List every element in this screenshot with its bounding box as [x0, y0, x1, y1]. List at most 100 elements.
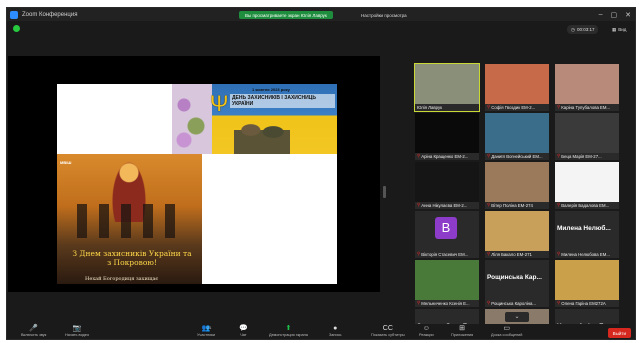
toolbar-label: Реакции	[419, 333, 434, 337]
poster-date: 1 жовтня 2023 року	[252, 87, 290, 92]
participant-name-label: ⚲ Валерія Бадалова ЕМ...	[557, 202, 618, 208]
participant-tile[interactable]: ⚲ Валерія Бадалова ЕМ...	[555, 162, 619, 209]
unmute-button[interactable]: 🎤 Включить звук	[21, 325, 46, 337]
start-video-button[interactable]: 📷 Начать видео	[65, 325, 89, 337]
participant-video	[555, 162, 619, 202]
video-off-icon: 📷	[72, 325, 82, 332]
participant-name-label: ⚲ Анна Нікулаєва ЕМ-2...	[417, 202, 478, 208]
captions-icon: CC	[382, 325, 393, 332]
muted-mic-icon: ⚲	[487, 202, 491, 207]
participant-name: Аріна Кращенко ЕМ-2...	[421, 153, 469, 159]
participant-tile[interactable]: Милена Нелюб... ⚲ Милена Нелюбова ЕМ...	[555, 211, 619, 258]
participant-tile[interactable]: ⚲ Каріна Тупубалова ЕМ...	[555, 64, 619, 111]
whiteboard-icon: ▭	[503, 325, 511, 332]
participant-name-display: Милена Нелюб...	[557, 225, 611, 232]
participant-tile[interactable]: ⚲ Даниїл Вогнейський ЕМ...	[485, 113, 549, 160]
participant-name-label: ⚲ Вікторія Стасевич ЕМ...	[417, 251, 478, 257]
record-icon: ●	[333, 325, 338, 332]
participant-name-label: ⚲ Каріна Тупубалова ЕМ...	[557, 104, 618, 110]
participant-tile[interactable]: Рощинська Кар... ⚲ Рощинська Кароліна...	[485, 260, 549, 307]
participant-video	[555, 64, 619, 104]
participant-tile[interactable]: ⚲ Аріна Кращенко ЕМ-2...	[415, 113, 479, 160]
participant-name: Анна Нікулаєва ЕМ-2...	[421, 202, 468, 208]
participant-name: Даниїл Вогнейський ЕМ...	[491, 153, 543, 159]
apps-icon: ⊞	[459, 325, 466, 332]
participant-tile[interactable]: ⚲ Беца Марія ЕМ-27...	[555, 113, 619, 160]
shared-screen: Ψ 1 жовтня 2023 року ДЕНЬ ЗАХИСНИКІВ І З…	[8, 56, 380, 292]
participant-name-label: ⚲ Вітер Поліна ЕМ-274	[487, 202, 548, 208]
toolbar-label: Участники	[197, 333, 216, 337]
participant-name: Каріна Тупубалова ЕМ...	[561, 104, 611, 110]
toolbar-label: Чат	[240, 333, 247, 337]
participant-tile[interactable]: ⚲ Анна Нікулаєва ЕМ-2...	[415, 162, 479, 209]
participant-tile[interactable]: ⚲ Ліля Бакало ЕМ-271	[485, 211, 549, 258]
view-button[interactable]: ▦ Вид	[612, 25, 626, 34]
close-icon[interactable]: ✕	[625, 11, 631, 19]
participant-video	[485, 64, 549, 104]
participant-tile[interactable]: ⚲ Олена Гаріна ЕМ272А	[555, 260, 619, 307]
chat-button[interactable]: 💬 Чат	[239, 325, 248, 337]
window-title: Zoom Конференция	[22, 11, 78, 18]
participants-button[interactable]: 👥 21 Участники	[197, 325, 215, 337]
whiteboard-button[interactable]: ▭ Доска сообщений	[491, 325, 522, 337]
participant-tile[interactable]: Юлія Лаврук	[414, 63, 480, 112]
minimize-icon[interactable]: –	[599, 11, 603, 18]
participant-name-label: ⚲ Милена Нелюбова ЕМ...	[557, 251, 618, 257]
poster-greeting: З Днем захисників України та з Покровою!	[72, 249, 192, 267]
participant-name: Рощинська Кароліна...	[491, 300, 537, 306]
mic-off-icon: 🎤	[29, 325, 39, 332]
participant-tile[interactable]: ⚲ Софія Гвоздик ЕМ-2...	[485, 64, 549, 111]
apps-button[interactable]: ⊞ Приложения	[451, 325, 473, 337]
window-controls: – ▢ ✕	[599, 8, 631, 21]
trident-icon: Ψ	[210, 91, 229, 116]
participant-name: Вікторія Стасевич ЕМ...	[421, 251, 469, 257]
toolbar-label: Запись	[329, 333, 342, 337]
zoom-app-icon	[10, 10, 18, 19]
share-screen-button[interactable]: ⬆ Демонстрация экрана	[269, 325, 308, 337]
share-screen-icon: ⬆	[285, 325, 292, 332]
gallery-next-page-button[interactable]: ⌄	[505, 312, 529, 322]
muted-mic-icon: ⚲	[557, 300, 561, 305]
poster-logo: МВІШ	[60, 160, 72, 165]
participant-name: Олена Гаріна ЕМ272А	[561, 300, 606, 306]
zoom-window: Zoom Конференция Вы просматриваете экран…	[6, 7, 636, 340]
grid-icon: ▦	[612, 26, 617, 32]
participant-name-label: ⚲ Даниїл Вогнейський ЕМ...	[487, 153, 548, 159]
poster-heading: ДЕНЬ ЗАХИСНИКІВ І ЗАХИСНИЦЬ УКРАЇНИ	[230, 94, 335, 108]
share-divider-handle[interactable]	[383, 186, 386, 198]
muted-mic-icon: ⚲	[557, 104, 561, 109]
pokrova-poster: МВІШ З Днем захисників України та з Покр…	[57, 154, 202, 284]
toolbar-label: Приложения	[451, 333, 474, 337]
maximize-icon[interactable]: ▢	[611, 11, 618, 19]
participant-name: Мельниченко Ксенія Е...	[421, 300, 470, 306]
participant-video	[485, 162, 549, 202]
viewing-share-banner[interactable]: Вы просматриваете экран Юлія Лаврук	[239, 11, 333, 19]
participant-tile[interactable]: B ⚲ Вікторія Стасевич ЕМ...	[415, 211, 479, 258]
participant-name: Валерія Бадалова ЕМ...	[561, 202, 610, 208]
muted-mic-icon: ⚲	[417, 251, 421, 256]
title-bar: Zoom Конференция Вы просматриваете экран…	[7, 8, 635, 21]
participant-video	[415, 64, 479, 104]
record-button[interactable]: ● Запись	[329, 325, 341, 337]
participant-video	[415, 260, 479, 300]
shield-icon[interactable]	[13, 25, 20, 32]
participant-name-label: Юлія Лаврук	[417, 105, 478, 110]
toolbar-label: Показать субтитры	[371, 333, 405, 337]
muted-mic-icon: ⚲	[557, 153, 561, 158]
toolbar-label: Включить звук	[21, 333, 47, 337]
muted-mic-icon: ⚲	[487, 104, 491, 109]
muted-mic-icon: ⚲	[487, 251, 491, 256]
floral-decoration	[172, 84, 212, 154]
view-settings-menu[interactable]: Настройки просмотра	[355, 11, 413, 19]
reactions-button[interactable]: ☺ Реакции	[419, 325, 434, 337]
meeting-toolbar: Выйти 🎤 Включить звук 📷 Начать видео 👥 21 Учас…	[7, 324, 635, 339]
captions-button[interactable]: CC Показать субтитры	[371, 325, 405, 337]
participant-tile[interactable]: ⚲ Вітер Поліна ЕМ-274	[485, 162, 549, 209]
participant-name-label: ⚲ Рощинська Кароліна...	[487, 300, 548, 306]
participant-name-label: ⚲ Софія Гвоздик ЕМ-2...	[487, 104, 548, 110]
participant-video	[415, 113, 479, 153]
leave-meeting-button[interactable]: Выйти	[607, 328, 631, 338]
participant-video	[485, 211, 549, 251]
chat-icon: 💬	[239, 325, 248, 332]
participant-tile[interactable]: ⚲ Мельниченко Ксенія Е...	[415, 260, 479, 307]
